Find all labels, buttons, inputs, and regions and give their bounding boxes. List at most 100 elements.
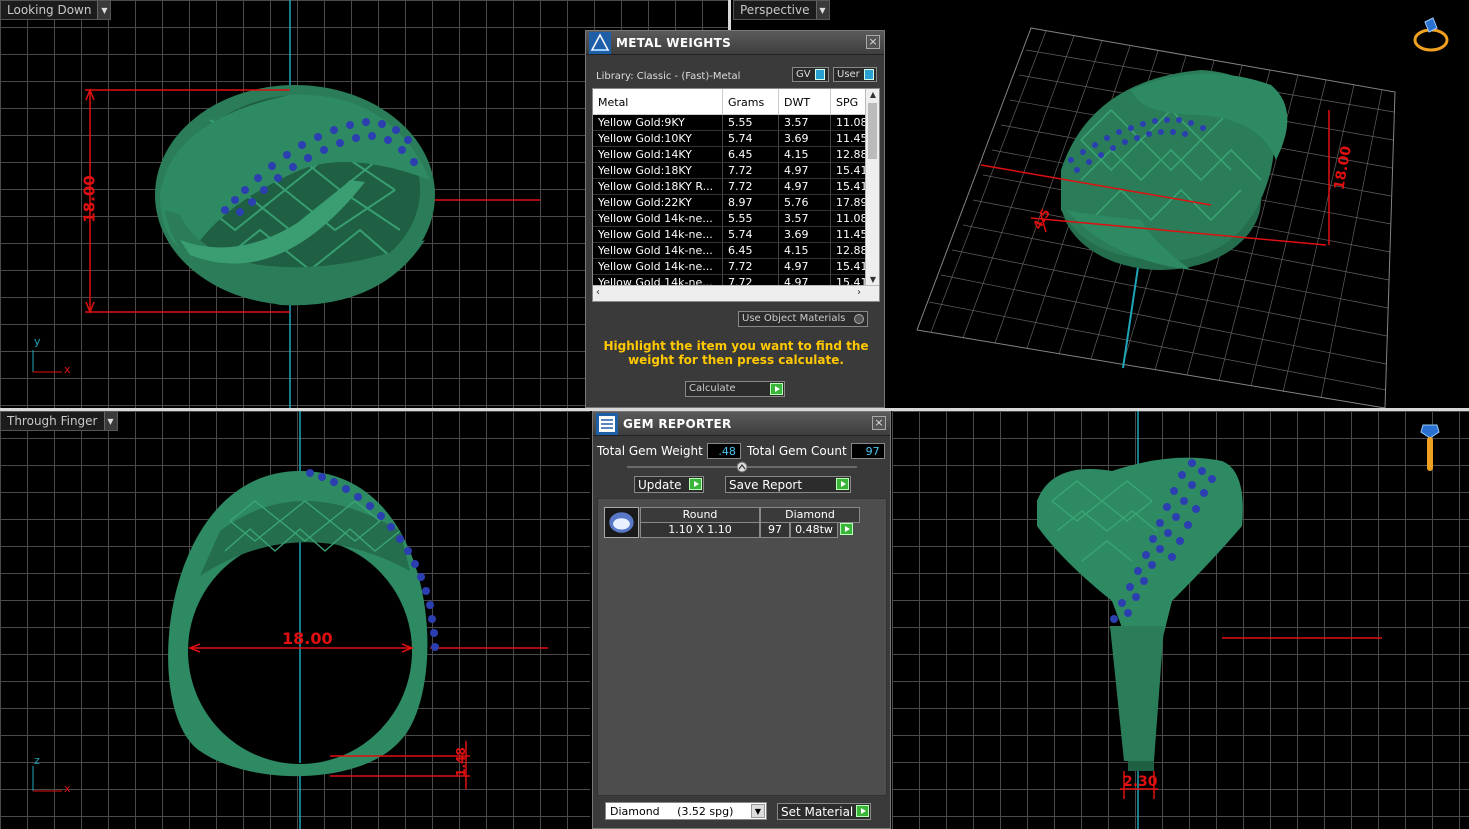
metal-weights-table[interactable]: Metal Grams DWT SPG Yellow Gold:9KY 5.55 3… xyxy=(592,88,880,302)
chevron-down-icon[interactable]: ▼ xyxy=(97,1,111,19)
gem-reporter-panel: GEM REPORTER × Total Gem Weight .48 Tota… xyxy=(592,411,891,829)
gem-select-button[interactable] xyxy=(838,522,857,538)
ring-side-icon[interactable] xyxy=(1419,423,1441,475)
collapse-handle[interactable] xyxy=(627,461,857,473)
table-row[interactable]: Yellow Gold 14k-ne... 5.74 3.69 11.45 xyxy=(593,227,879,243)
viewport-label-looking-down[interactable]: Looking Down ▼ xyxy=(0,0,112,20)
cell-metal: Yellow Gold 14k-ne... xyxy=(593,227,723,242)
cell-grams: 5.55 xyxy=(723,211,779,226)
use-object-materials-label: Use Object Materials xyxy=(742,313,846,324)
total-gem-weight: Total Gem Weight .48 xyxy=(597,442,741,460)
dimension-label: 18.00 xyxy=(80,175,99,223)
ring-view-icon[interactable] xyxy=(1411,16,1451,56)
gem-material: Diamond xyxy=(760,507,860,523)
cell-metal: Yellow Gold:22KY xyxy=(593,195,723,210)
cell-dwt: 4.97 xyxy=(779,259,831,274)
cell-metal: Yellow Gold:10KY xyxy=(593,131,723,146)
viewport-side[interactable]: 2.30 xyxy=(892,411,1469,829)
total-gem-count-label: Total Gem Count xyxy=(747,444,847,458)
set-material-button[interactable]: Set Material xyxy=(777,803,871,820)
vertical-scrollbar[interactable]: ▲ ▼ xyxy=(865,89,879,285)
cell-metal: Yellow Gold:9KY xyxy=(593,115,723,130)
table-row[interactable]: Yellow Gold:9KY 5.55 3.57 11.08 xyxy=(593,115,879,131)
scale-icon xyxy=(589,32,611,54)
cell-dwt: 3.57 xyxy=(779,115,831,130)
cell-dwt: 3.57 xyxy=(779,211,831,226)
horizontal-scrollbar[interactable]: ‹ › xyxy=(593,285,879,301)
table-row[interactable]: Yellow Gold 14k-ne... 6.45 4.15 12.88 xyxy=(593,243,879,259)
toggle-indicator-icon xyxy=(863,69,874,80)
cell-metal: Yellow Gold:18KY R... xyxy=(593,179,723,194)
user-toggle[interactable]: User xyxy=(833,67,877,82)
play-arrow-icon xyxy=(840,523,853,535)
cell-dwt: 4.15 xyxy=(779,243,831,258)
total-gem-count: Total Gem Count 97 xyxy=(747,442,885,460)
gem-shape: Round xyxy=(640,507,760,523)
material-select[interactable]: Diamond (3.52 spg) ▼ xyxy=(605,802,767,820)
table-row[interactable]: Yellow Gold 14k-ne... 7.72 4.97 15.41 xyxy=(593,259,879,275)
viewport-label-text: Perspective xyxy=(740,3,810,17)
cell-grams: 8.97 xyxy=(723,195,779,210)
scroll-thumb[interactable] xyxy=(868,103,877,159)
gem-header: Round Diamond xyxy=(640,507,860,523)
total-gem-count-value: 97 xyxy=(850,443,885,459)
total-gem-weight-value: .48 xyxy=(706,443,741,459)
viewport-label-text: Through Finger xyxy=(7,414,98,428)
table-row[interactable]: Yellow Gold 14k-ne... 5.55 3.57 11.08 xyxy=(593,211,879,227)
cell-grams: 5.74 xyxy=(723,227,779,242)
cell-dwt: 4.97 xyxy=(779,179,831,194)
scroll-up-icon[interactable]: ▲ xyxy=(866,90,879,99)
panel-title: METAL WEIGHTS xyxy=(616,35,732,50)
cell-metal: Yellow Gold 14k-ne... xyxy=(593,243,723,258)
gem-weight: 0.48tw xyxy=(790,522,838,538)
calculate-button[interactable]: Calculate xyxy=(685,381,785,397)
metal-weights-panel: METAL WEIGHTS × Library: Classic - (Fast… xyxy=(585,30,885,408)
table-row[interactable]: Yellow Gold:10KY 5.74 3.69 11.45 xyxy=(593,131,879,147)
cell-metal: Yellow Gold:18KY xyxy=(593,163,723,178)
round-gem-icon xyxy=(604,507,639,538)
gv-toggle[interactable]: GV xyxy=(792,67,829,82)
table-row[interactable]: Yellow Gold:18KY 7.72 4.97 15.41 xyxy=(593,163,879,179)
table-row[interactable]: Yellow Gold:18KY R... 7.72 4.97 15.41 xyxy=(593,179,879,195)
cell-dwt: 4.97 xyxy=(779,163,831,178)
chevron-down-icon[interactable]: ▼ xyxy=(815,1,829,19)
table-row[interactable]: Yellow Gold:22KY 8.97 5.76 17.89 xyxy=(593,195,879,211)
viewport-label-text: Looking Down xyxy=(7,3,92,17)
material-select-value: Diamond (3.52 spg) xyxy=(610,805,734,818)
panel-titlebar[interactable]: GEM REPORTER × xyxy=(593,412,890,436)
viewport-label-perspective[interactable]: Perspective ▼ xyxy=(733,0,830,20)
table-row[interactable]: Yellow Gold:14KY 6.45 4.15 12.88 xyxy=(593,147,879,163)
close-icon[interactable]: × xyxy=(872,416,886,430)
scroll-down-icon[interactable]: ▼ xyxy=(866,275,879,284)
gv-label: GV xyxy=(796,69,811,80)
column-header-metal[interactable]: Metal xyxy=(593,89,723,114)
chevron-down-icon[interactable]: ▼ xyxy=(751,804,765,818)
save-report-label: Save Report xyxy=(729,478,803,492)
axis-z-label: z xyxy=(34,754,40,767)
use-object-materials-toggle[interactable]: Use Object Materials xyxy=(738,311,868,327)
cell-metal: Yellow Gold:14KY xyxy=(593,147,723,162)
cell-grams: 7.72 xyxy=(723,179,779,194)
column-header-grams[interactable]: Grams xyxy=(723,89,779,114)
scroll-right-icon[interactable]: › xyxy=(857,287,861,298)
gem-values: 1.10 X 1.10 97 0.48tw xyxy=(640,522,857,538)
total-gem-weight-label: Total Gem Weight xyxy=(597,444,703,458)
play-arrow-icon xyxy=(856,805,869,817)
axis-x-label: x xyxy=(64,363,71,376)
viewport-through-finger[interactable]: 18.00 1.48 z x Through Finger ▼ xyxy=(0,411,590,829)
cell-grams: 7.72 xyxy=(723,259,779,274)
gem-list[interactable]: Round Diamond 1.10 X 1.10 97 0.48tw xyxy=(597,498,887,796)
scroll-left-icon[interactable]: ‹ xyxy=(596,287,600,298)
save-report-button[interactable]: Save Report xyxy=(725,476,851,493)
cell-grams: 6.45 xyxy=(723,243,779,258)
chevron-down-icon[interactable]: ▼ xyxy=(103,412,117,430)
update-button[interactable]: Update xyxy=(634,476,704,493)
panel-titlebar[interactable]: METAL WEIGHTS × xyxy=(586,31,884,55)
play-arrow-icon xyxy=(836,478,849,490)
viewport-label-through-finger[interactable]: Through Finger ▼ xyxy=(0,411,118,431)
cell-grams: 5.74 xyxy=(723,131,779,146)
cell-dwt: 5.76 xyxy=(779,195,831,210)
column-header-dwt[interactable]: DWT xyxy=(779,89,831,114)
close-icon[interactable]: × xyxy=(866,35,880,49)
library-label: Library: Classic - (Fast)-Metal xyxy=(596,71,741,82)
